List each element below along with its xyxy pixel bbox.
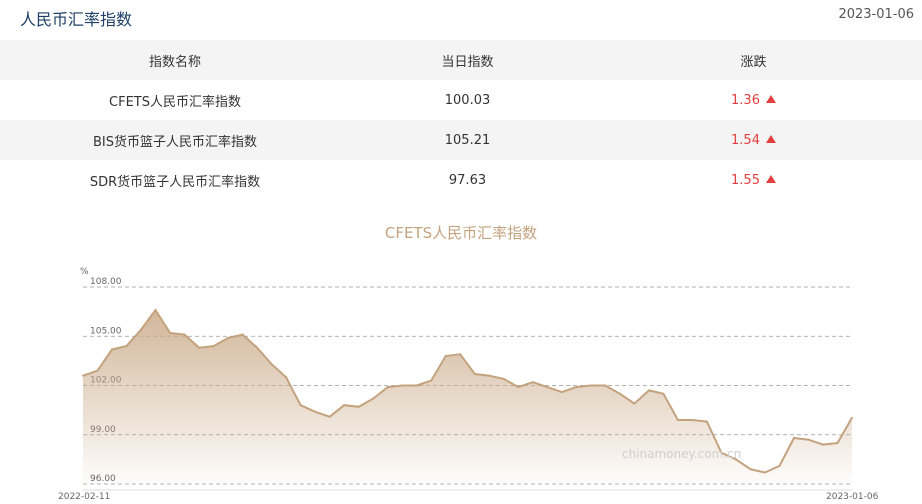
data-point: [792, 437, 795, 440]
data-point: [560, 391, 563, 394]
x-tick-end: 2023-01-06: [826, 492, 879, 502]
data-point: [415, 384, 418, 387]
index-chart: % 108.00105.00102.0099.0096.00 chinamone…: [58, 267, 879, 502]
data-point: [241, 333, 244, 336]
data-point: [749, 468, 752, 471]
data-point: [140, 328, 143, 331]
data-point: [836, 441, 839, 444]
data-point: [676, 418, 679, 421]
y-tick-label: 108.00: [90, 277, 122, 287]
data-point: [386, 386, 389, 389]
data-point: [662, 392, 665, 395]
y-tick-label: 105.00: [90, 326, 122, 336]
data-point: [256, 346, 259, 349]
data-point: [705, 420, 708, 423]
data-point: [444, 354, 447, 357]
data-point: [517, 386, 520, 389]
data-point: [807, 438, 810, 441]
data-point: [633, 402, 636, 405]
data-point: [285, 376, 288, 379]
data-point: [401, 384, 404, 387]
data-point: [473, 373, 476, 376]
data-point: [589, 384, 592, 387]
data-point: [647, 389, 650, 392]
data-point: [778, 464, 781, 467]
y-axis-unit: %: [80, 267, 89, 277]
watermark: chinamoney.com.cn: [622, 447, 741, 461]
data-point: [531, 381, 534, 384]
x-tick-start: 2022-02-11: [58, 492, 110, 502]
data-point: [212, 345, 215, 348]
data-point: [430, 379, 433, 382]
data-point: [502, 377, 505, 380]
data-point: [82, 374, 84, 377]
data-point: [343, 404, 346, 407]
data-point: [357, 405, 360, 408]
data-point: [183, 333, 186, 336]
data-point: [691, 418, 694, 421]
data-point: [546, 386, 549, 389]
data-point: [604, 384, 607, 387]
data-point: [328, 415, 331, 418]
data-point: [169, 331, 172, 334]
data-point: [227, 336, 230, 339]
data-point: [575, 386, 578, 389]
data-point: [299, 404, 302, 407]
data-point: [618, 392, 621, 395]
data-point: [198, 346, 201, 349]
data-point: [459, 353, 462, 356]
data-point: [125, 345, 128, 348]
data-point: [821, 443, 824, 446]
data-point: [270, 363, 273, 366]
data-point: [851, 416, 853, 419]
data-point: [763, 471, 766, 474]
data-point: [488, 374, 491, 377]
data-point: [111, 348, 114, 351]
data-point: [96, 369, 99, 372]
data-point: [314, 410, 317, 413]
data-point: [154, 308, 157, 311]
data-point: [372, 397, 375, 400]
